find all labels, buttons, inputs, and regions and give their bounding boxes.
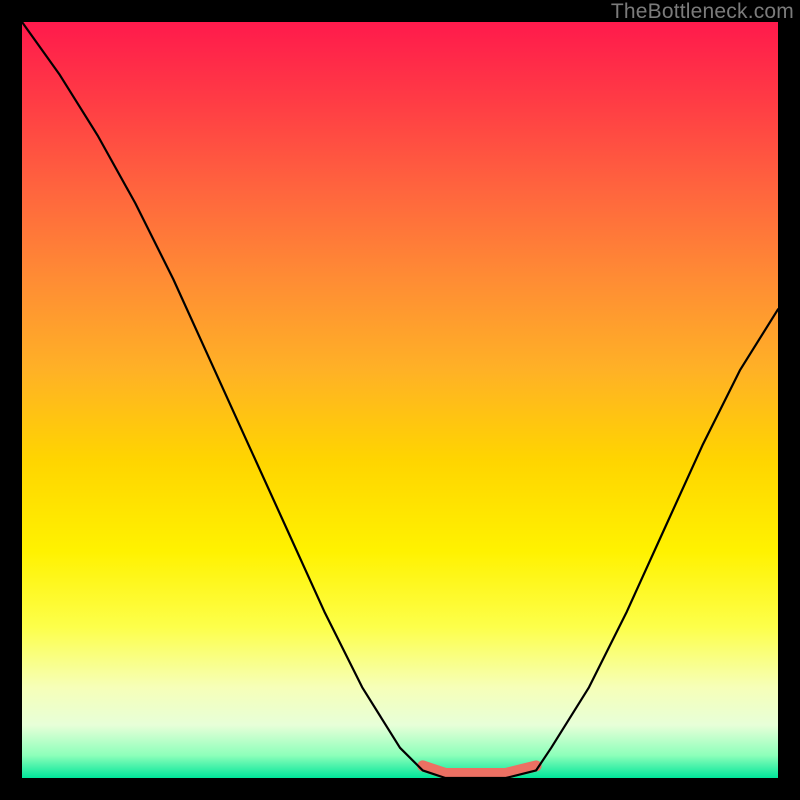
chart-frame: TheBottleneck.com <box>0 0 800 800</box>
plot-area <box>22 22 778 778</box>
curve-layer <box>22 22 778 778</box>
plateau-highlight <box>423 766 536 774</box>
bottleneck-curve <box>22 22 778 778</box>
watermark-text: TheBottleneck.com <box>611 0 794 24</box>
